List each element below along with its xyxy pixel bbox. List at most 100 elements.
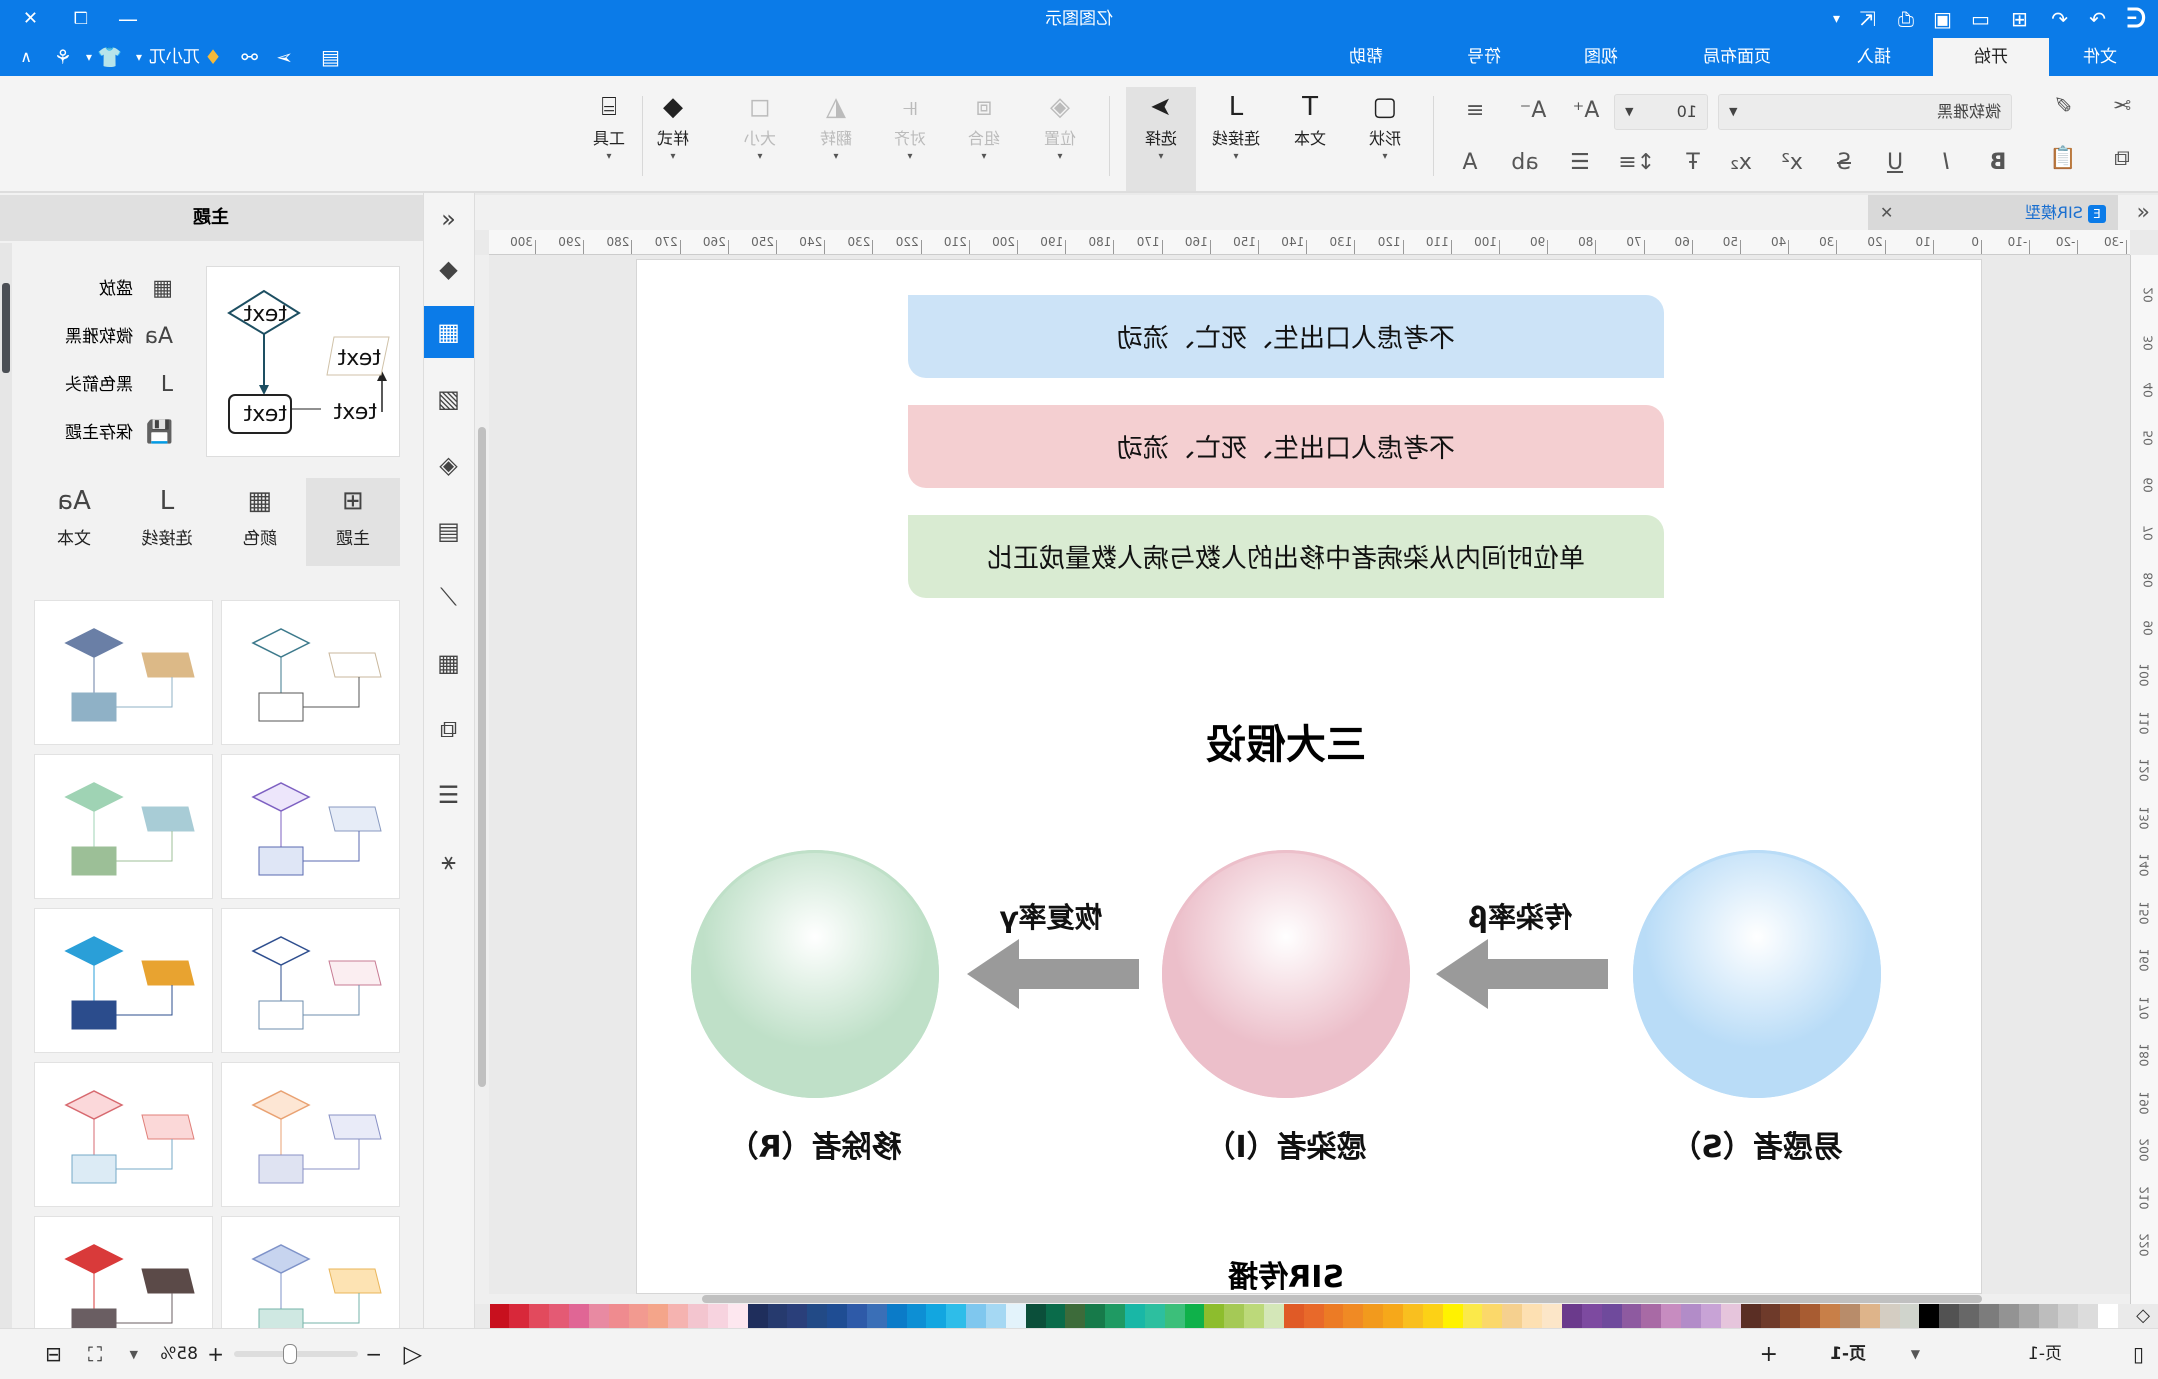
color-swatch[interactable] — [1323, 1304, 1344, 1328]
format-painter-icon[interactable]: ✐ — [2046, 90, 2080, 124]
panel-tab[interactable]: ⊞ 主题 — [306, 478, 400, 566]
color-swatch[interactable] — [1184, 1304, 1205, 1328]
fit-page-icon[interactable]: ⊟ — [45, 1329, 62, 1379]
color-swatch[interactable] — [1581, 1304, 1602, 1328]
theme-thumbnail[interactable] — [34, 600, 213, 745]
horizontal-scrollbar[interactable] — [489, 1294, 2130, 1304]
color-swatch[interactable] — [1482, 1304, 1503, 1328]
heading[interactable]: 三大假设 — [1136, 712, 1436, 770]
position-button[interactable]: ◈ 位置 ▾ — [1025, 87, 1095, 162]
color-swatch[interactable] — [1383, 1304, 1404, 1328]
color-swatch[interactable] — [1462, 1304, 1483, 1328]
tab-home[interactable]: 开始 — [1933, 38, 2049, 76]
color-swatch[interactable] — [1720, 1304, 1741, 1328]
minimize-button[interactable]: — — [118, 0, 138, 38]
color-swatch[interactable] — [1125, 1304, 1145, 1328]
theme-option[interactable]: 微软雅黑 — [65, 319, 133, 355]
scrollbar-thumb[interactable] — [702, 1295, 1982, 1303]
size-button[interactable]: ◻ 大小 ▾ — [725, 87, 795, 162]
page-view-icon[interactable]: ▯ — [2133, 1329, 2144, 1379]
shape-button[interactable]: ▢ 形状 ▾ — [1350, 87, 1420, 162]
flip-button[interactable]: ◭ 翻转 ▾ — [801, 87, 871, 162]
color-swatch[interactable] — [1522, 1304, 1543, 1328]
theme-icon[interactable]: ▦ — [423, 306, 474, 358]
cut-icon[interactable]: ✂ — [2105, 90, 2139, 124]
copy-icon[interactable]: ⧉ — [2105, 142, 2139, 176]
page-list-dropdown-icon[interactable]: ▼ — [1911, 1329, 1920, 1379]
color-swatch[interactable] — [886, 1304, 907, 1328]
color-swatch[interactable] — [608, 1304, 629, 1328]
connector-button[interactable]: ⅃ 连接线 ▾ — [1201, 87, 1271, 162]
tab-symbols[interactable]: 符号 — [1426, 38, 1542, 76]
layers-icon[interactable]: ◈ — [423, 439, 474, 491]
color-swatch[interactable] — [1204, 1304, 1225, 1328]
scrollbar-thumb[interactable] — [478, 427, 486, 1087]
select-button[interactable]: ➤ 选择 ▾ — [1126, 87, 1196, 191]
vertical-scrollbar[interactable] — [475, 255, 489, 1304]
underline-icon[interactable]: U — [1878, 146, 1912, 180]
panel-tab[interactable]: ▦ 颜色 — [213, 478, 307, 566]
color-swatch[interactable] — [1025, 1304, 1046, 1328]
gallery-icon[interactable]: ⧉ — [423, 703, 474, 755]
color-swatch[interactable] — [2058, 1304, 2079, 1328]
color-swatch[interactable] — [747, 1304, 768, 1328]
superscript-icon[interactable]: x² — [1775, 146, 1809, 180]
assumption-box[interactable]: 不考虑人口出生、死亡、流动 — [908, 295, 1664, 378]
tab-page-layout[interactable]: 页面布局 — [1679, 38, 1795, 76]
scrollbar-thumb[interactable] — [2, 283, 10, 373]
color-swatch[interactable] — [1978, 1304, 1999, 1328]
color-swatch[interactable] — [509, 1304, 530, 1328]
bold-icon[interactable]: B — [1981, 146, 2015, 180]
color-swatch[interactable] — [529, 1304, 550, 1328]
color-swatch[interactable] — [1422, 1304, 1443, 1328]
restore-button[interactable]: ❐ — [74, 0, 88, 38]
color-swatch[interactable] — [847, 1304, 867, 1328]
color-swatch[interactable] — [1899, 1304, 1920, 1328]
tab-help[interactable]: 帮助 — [1308, 38, 1424, 76]
color-swatch[interactable] — [1065, 1304, 1086, 1328]
group-button[interactable]: ⧈ 组合 ▾ — [949, 87, 1019, 162]
zoom-dropdown-icon[interactable]: ▼ — [130, 1329, 138, 1379]
color-swatch[interactable] — [966, 1304, 987, 1328]
dropdown-icon[interactable]: ▾ — [136, 38, 142, 76]
color-swatch[interactable] — [1780, 1304, 1801, 1328]
tab-file[interactable]: 文件 — [2042, 38, 2158, 76]
color-swatch[interactable] — [767, 1304, 788, 1328]
share-icon[interactable]: ⚯ — [241, 38, 258, 76]
tools-button[interactable]: ⌸ 工具 ▾ — [574, 87, 644, 162]
node-susceptible[interactable] — [1633, 850, 1881, 1098]
theme-thumbnail[interactable] — [221, 600, 400, 745]
color-swatch[interactable] — [1363, 1304, 1384, 1328]
collapse-icon[interactable]: « — [423, 193, 474, 245]
comment-icon[interactable]: ▤ — [321, 38, 340, 76]
assumption-box[interactable]: 单位时间内从染病者中移出的人数与病人数量成正比 — [908, 515, 1664, 598]
theme-thumbnail[interactable] — [221, 754, 400, 899]
table-icon[interactable]: ▦ — [423, 637, 474, 689]
color-swatch[interactable] — [787, 1304, 808, 1328]
text-button[interactable]: T 文本 — [1275, 87, 1345, 151]
color-swatch[interactable] — [1800, 1304, 1821, 1328]
color-swatch[interactable] — [1442, 1304, 1463, 1328]
bullets-icon[interactable]: ☰ — [1563, 146, 1597, 180]
text-highlight-icon[interactable]: ab — [1508, 146, 1542, 180]
send-icon[interactable]: ➢ — [276, 38, 293, 76]
zoom-level[interactable]: 85% — [160, 1329, 198, 1379]
document-tab[interactable]: E SIR模型 ✕ — [1868, 195, 2118, 230]
color-swatch[interactable] — [1859, 1304, 1880, 1328]
color-swatch[interactable] — [1939, 1304, 1960, 1328]
color-swatch[interactable] — [1343, 1304, 1364, 1328]
collapse-left-icon[interactable]: « — [2137, 195, 2150, 230]
line-spacing-icon[interactable]: ↕≡ — [1618, 146, 1655, 180]
panel-tab[interactable]: ⅃ 连接线 — [120, 478, 214, 566]
color-swatch[interactable] — [1879, 1304, 1900, 1328]
color-swatch[interactable] — [1164, 1304, 1185, 1328]
zoom-out-button[interactable]: − — [365, 1329, 382, 1379]
theme-option[interactable]: 盛放 — [99, 271, 133, 307]
skin-icon[interactable]: 👕 — [97, 38, 122, 76]
panel-scrollbar[interactable] — [0, 243, 12, 1328]
font-size-select[interactable]: 10 ▼ — [1614, 94, 1708, 130]
color-swatch[interactable] — [1601, 1304, 1622, 1328]
font-color-icon[interactable]: A — [1453, 146, 1487, 180]
color-swatch[interactable] — [986, 1304, 1006, 1328]
theme-thumbnail[interactable] — [34, 1062, 213, 1207]
